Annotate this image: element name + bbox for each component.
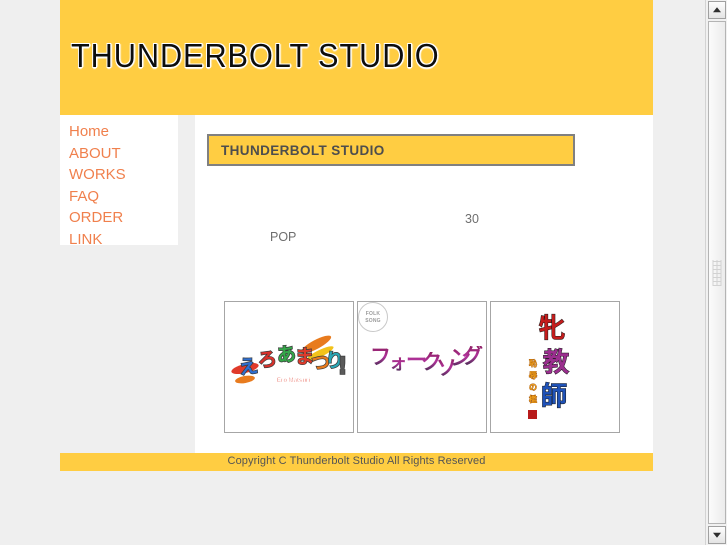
sidebar-item-faq[interactable]: FAQ bbox=[60, 186, 178, 208]
scroll-up-button[interactable] bbox=[708, 1, 726, 19]
vertical-kanji-logo-icon: 牝 教 師 恥 辱 の 檻 bbox=[491, 302, 619, 432]
scrollbar-grip-icon bbox=[712, 259, 722, 286]
sidebar-item-about[interactable]: ABOUT bbox=[60, 143, 178, 165]
vertical-scrollbar[interactable] bbox=[705, 0, 727, 545]
sidebar-item-link[interactable]: LINK bbox=[60, 229, 178, 251]
site-title: THUNDERBOLT STUDIO bbox=[71, 37, 440, 74]
thumbnail-item[interactable]: フ ォ ー ク ソ ン グ FOLK SONG bbox=[357, 301, 487, 433]
description-line-2: POP bbox=[270, 230, 297, 244]
body-region: Home ABOUT WORKS FAQ ORDER LINK THUNDERB… bbox=[60, 115, 653, 453]
scroll-up-arrow-icon bbox=[713, 7, 721, 13]
sidebar-nav: Home ABOUT WORKS FAQ ORDER LINK bbox=[60, 115, 178, 248]
sidebar-item-works[interactable]: WORKS bbox=[60, 164, 178, 186]
folk-song-katakana-logo-icon: フ ォ ー ク ソ ン グ FOLK SONG bbox=[358, 302, 486, 432]
content-heading-text: THUNDERBOLT STUDIO bbox=[221, 143, 385, 158]
folk-song-badge: FOLK SONG bbox=[358, 302, 388, 332]
main-content-panel: THUNDERBOLT STUDIO 30 POP え ろ あ ま つ り ! … bbox=[195, 115, 653, 453]
content-heading-box: THUNDERBOLT STUDIO bbox=[207, 134, 575, 166]
footer-copyright-text: Copyright C Thunderbolt Studio All Right… bbox=[227, 455, 486, 467]
footer-bar: Copyright C Thunderbolt Studio All Right… bbox=[60, 453, 653, 471]
scroll-down-button[interactable] bbox=[708, 526, 726, 544]
scrollbar-track[interactable] bbox=[708, 21, 726, 524]
sidebar-item-order[interactable]: ORDER bbox=[60, 207, 178, 229]
thumbnail-item[interactable]: 牝 教 師 恥 辱 の 檻 bbox=[490, 301, 620, 433]
page-container: THUNDERBOLT STUDIO Home ABOUT WORKS FAQ … bbox=[60, 0, 653, 545]
header-banner: THUNDERBOLT STUDIO bbox=[60, 0, 653, 115]
thumbnail-row: え ろ あ ま つ り ! Ero Matsuri フ ォ ー ク ソ ン グ … bbox=[224, 301, 620, 433]
description-line-1: 30 bbox=[465, 212, 479, 226]
sidebar-item-home[interactable]: Home bbox=[60, 121, 178, 143]
colorful-kana-logo-icon: え ろ あ ま つ り ! Ero Matsuri bbox=[225, 302, 353, 432]
scroll-down-arrow-icon bbox=[713, 532, 721, 538]
thumbnail-item[interactable]: え ろ あ ま つ り ! Ero Matsuri bbox=[224, 301, 354, 433]
scrollbar-thumb[interactable] bbox=[708, 21, 726, 524]
